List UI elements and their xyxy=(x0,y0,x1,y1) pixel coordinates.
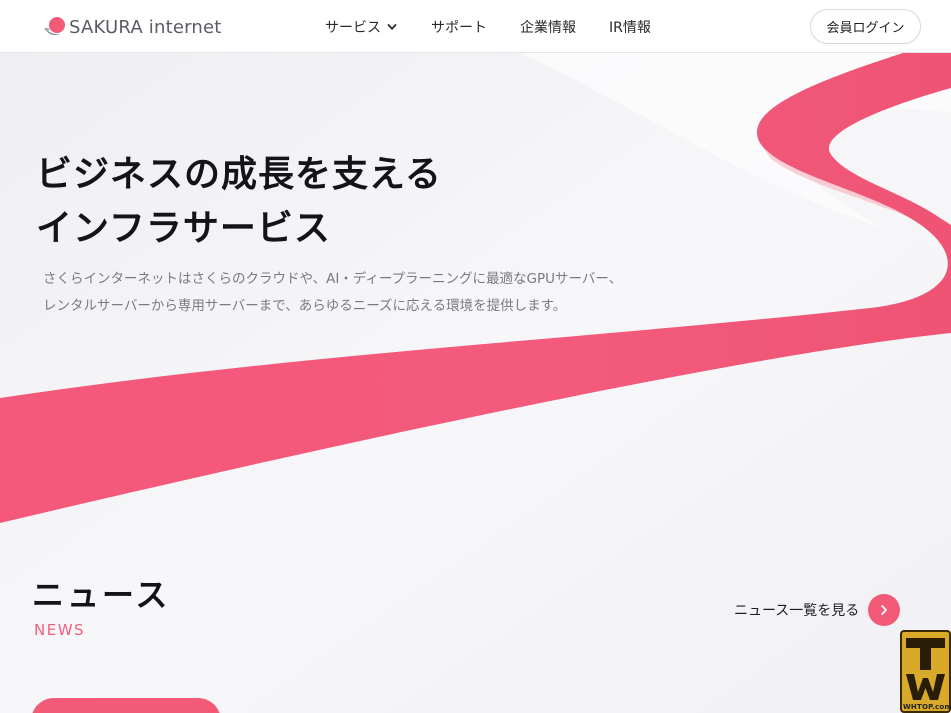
chevron-down-icon xyxy=(387,24,397,30)
nav-item-ir[interactable]: IR情報 xyxy=(609,17,651,37)
view-all-news-link[interactable]: ニュース一覧を見る xyxy=(734,594,901,626)
nav-item-label: 企業情報 xyxy=(520,20,576,36)
nav-item-label: サービス xyxy=(325,20,381,36)
hero-title-line-1: ビジネスの成長を支える xyxy=(36,154,442,195)
news-category-button[interactable] xyxy=(31,698,221,713)
nav-item-label: IR情報 xyxy=(609,20,651,36)
view-all-news-label: ニュース一覧を見る xyxy=(734,603,860,619)
nav-item-support[interactable]: サポート xyxy=(431,17,487,37)
news-heading: ニュース xyxy=(32,576,171,614)
news-subheading: NEWS xyxy=(34,621,86,639)
nav-item-label: サポート xyxy=(431,20,487,36)
view-all-news-button[interactable] xyxy=(868,594,901,626)
hero-title-line-2: インフラサービス xyxy=(36,208,331,249)
logo-text: SAKURA internet xyxy=(69,16,222,38)
nav-item-company[interactable]: 企業情報 xyxy=(520,17,576,37)
sakura-logo-icon xyxy=(44,17,65,36)
hero-description: さくらインターネットはさくらのクラウドや、AI・ディープラーニングに最適なGPU… xyxy=(43,266,622,320)
hero-title: ビジネスの成長を支える インフラサービス xyxy=(36,148,442,256)
whtop-watermark-logo xyxy=(900,630,951,713)
site-header: SAKURA internet サービス サポート 企業情報 IR情報 会員ログ… xyxy=(0,0,951,53)
hero-description-line-1: さくらインターネットはさくらのクラウドや、AI・ディープラーニングに最適なGPU… xyxy=(43,271,623,287)
logo[interactable]: SAKURA internet xyxy=(42,14,222,40)
member-login-button[interactable]: 会員ログイン xyxy=(810,9,921,44)
nav-item-services[interactable]: サービス xyxy=(325,17,397,37)
watermark-text: WHTOP.com xyxy=(903,703,951,711)
hero-description-line-2: レンタルサーバーから専用サーバーまで、あらゆるニーズに応える環境を提供します。 xyxy=(43,298,567,314)
chevron-right-icon xyxy=(881,605,888,615)
member-login-label: 会員ログイン xyxy=(826,21,905,36)
